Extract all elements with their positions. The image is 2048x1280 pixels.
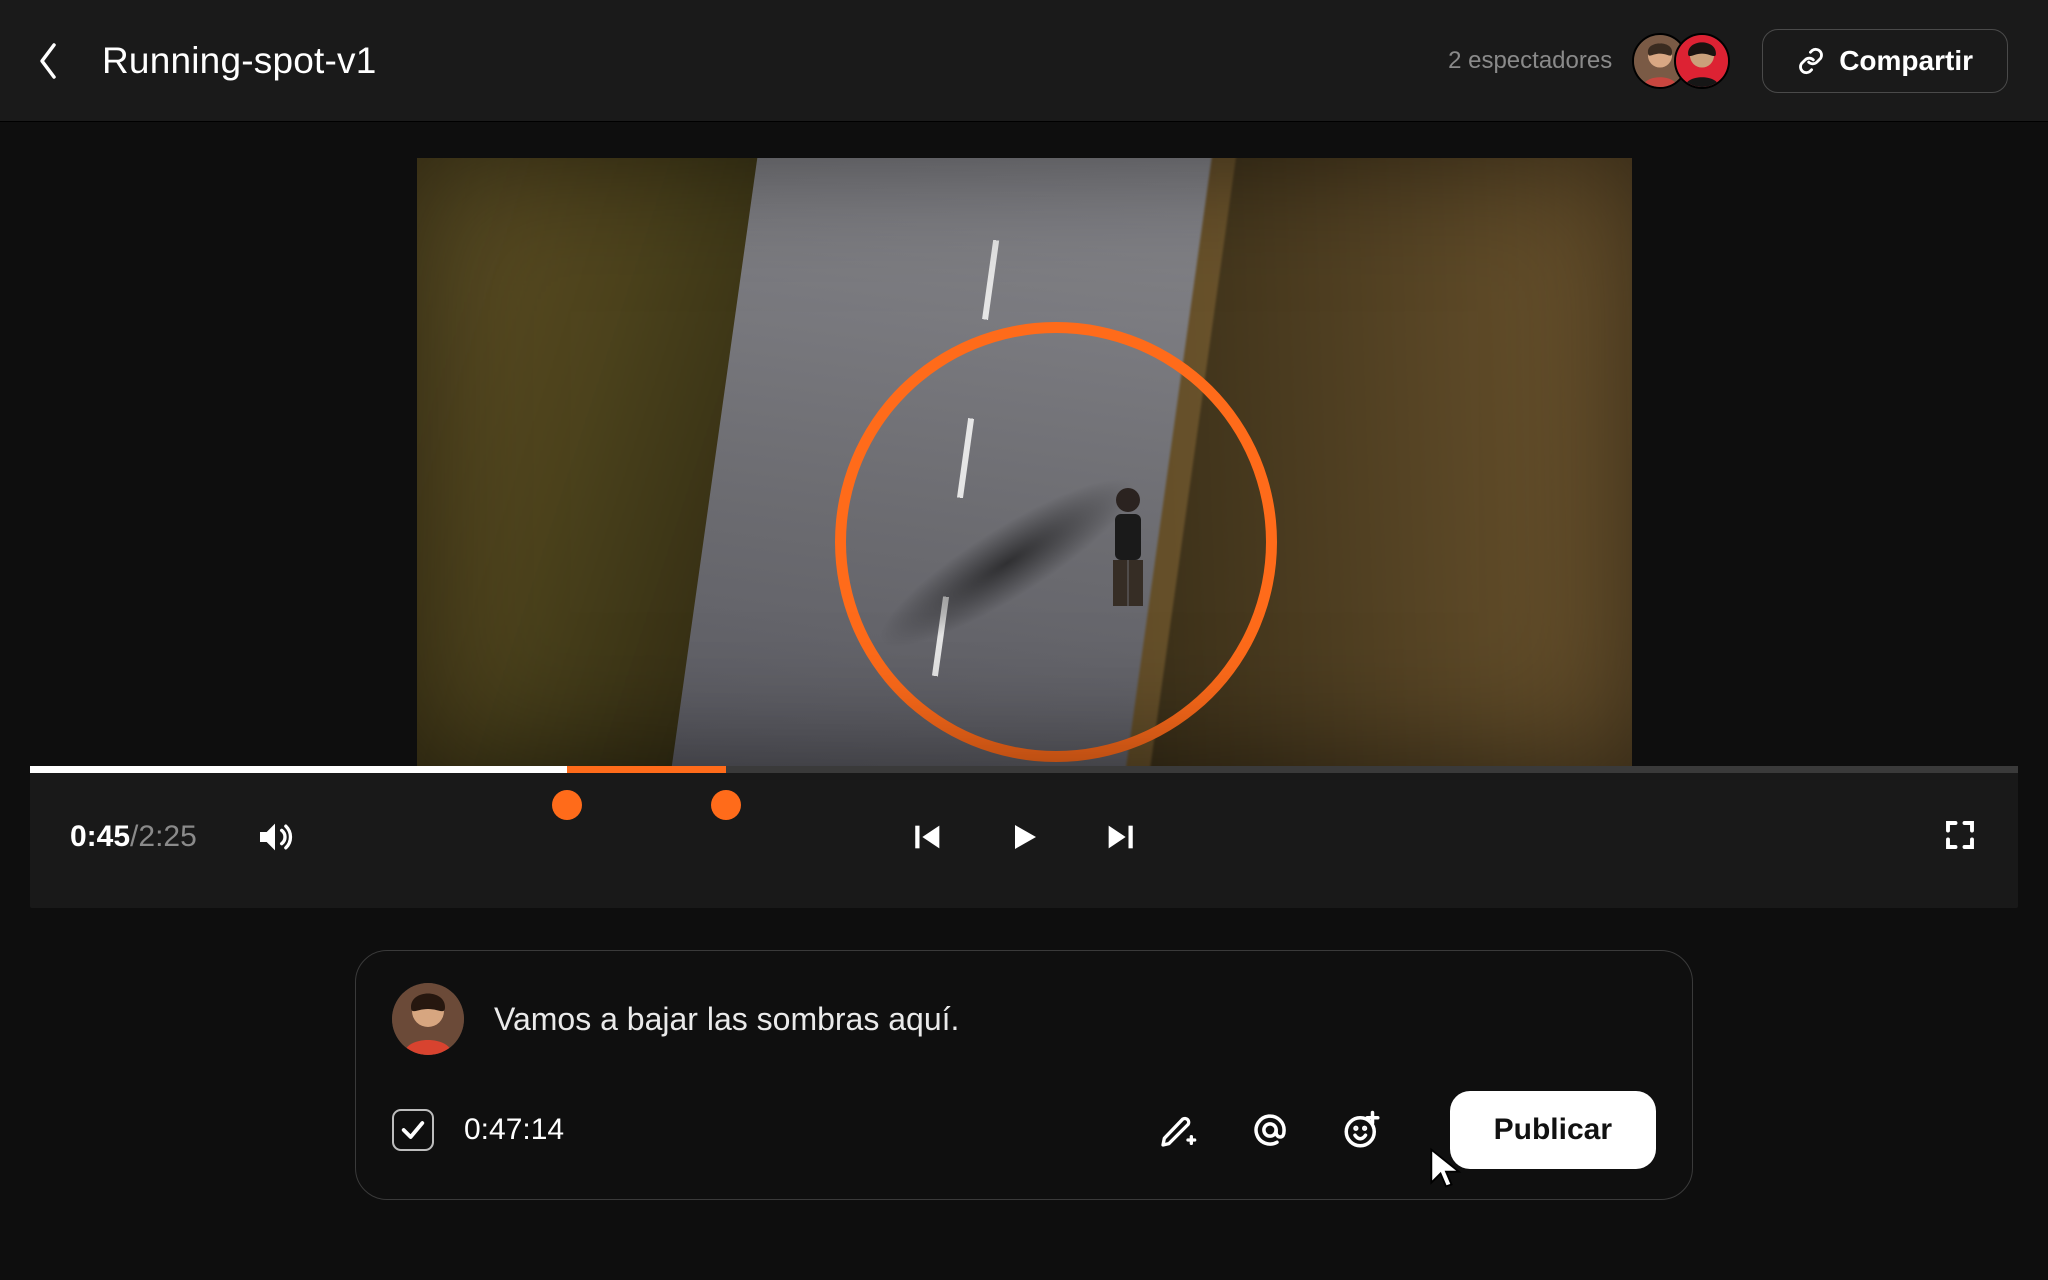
step-back-icon <box>911 820 945 854</box>
fullscreen-icon <box>1942 817 1978 853</box>
header-bar: Running-spot-v1 2 espectadores Compartir <box>0 0 2048 122</box>
timecode-duration: 2:25 <box>138 820 196 853</box>
comment-avatar <box>392 983 464 1055</box>
comment-input[interactable]: Vamos a bajar las sombras aquí. <box>494 1001 959 1038</box>
timecode-current: 0:45 <box>70 820 130 853</box>
share-button-label: Compartir <box>1839 45 1973 77</box>
publish-button-label: Publicar <box>1494 1113 1612 1146</box>
timestamp-checkbox[interactable] <box>392 1109 434 1151</box>
link-icon <box>1797 47 1825 75</box>
volume-button[interactable] <box>255 817 295 857</box>
pencil-plus-icon <box>1158 1110 1198 1150</box>
project-title: Running-spot-v1 <box>102 40 376 82</box>
avatar[interactable] <box>1674 33 1730 89</box>
publish-button[interactable]: Publicar <box>1450 1091 1656 1169</box>
playback-bar: 0:45/2:25 <box>30 766 2018 908</box>
at-icon <box>1249 1109 1291 1151</box>
mention-button[interactable] <box>1246 1106 1294 1154</box>
emoji-plus-icon <box>1341 1109 1383 1151</box>
check-icon <box>399 1116 427 1144</box>
draw-annotation-button[interactable] <box>1154 1106 1202 1154</box>
timecode: 0:45/2:25 <box>70 820 197 854</box>
back-button[interactable] <box>14 27 82 95</box>
comment-composer: Vamos a bajar las sombras aquí. 0:47:14 … <box>355 950 1693 1200</box>
share-button[interactable]: Compartir <box>1762 29 2008 93</box>
play-button[interactable] <box>1002 815 1046 859</box>
emoji-button[interactable] <box>1338 1106 1386 1154</box>
step-forward-icon <box>1103 820 1137 854</box>
step-back-button[interactable] <box>906 815 950 859</box>
transport-controls <box>906 815 1142 859</box>
play-icon <box>1006 819 1042 855</box>
step-forward-button[interactable] <box>1098 815 1142 859</box>
chevron-left-icon <box>35 41 61 81</box>
comment-timestamp[interactable]: 0:47:14 <box>464 1113 564 1147</box>
fullscreen-button[interactable] <box>1942 817 1978 858</box>
volume-icon <box>255 817 295 857</box>
annotation-circle[interactable] <box>835 322 1277 762</box>
viewer-avatars[interactable] <box>1632 33 1730 89</box>
viewer-count-label: 2 espectadores <box>1448 47 1612 75</box>
video-frame[interactable] <box>417 158 1632 766</box>
video-stage <box>0 122 2048 766</box>
